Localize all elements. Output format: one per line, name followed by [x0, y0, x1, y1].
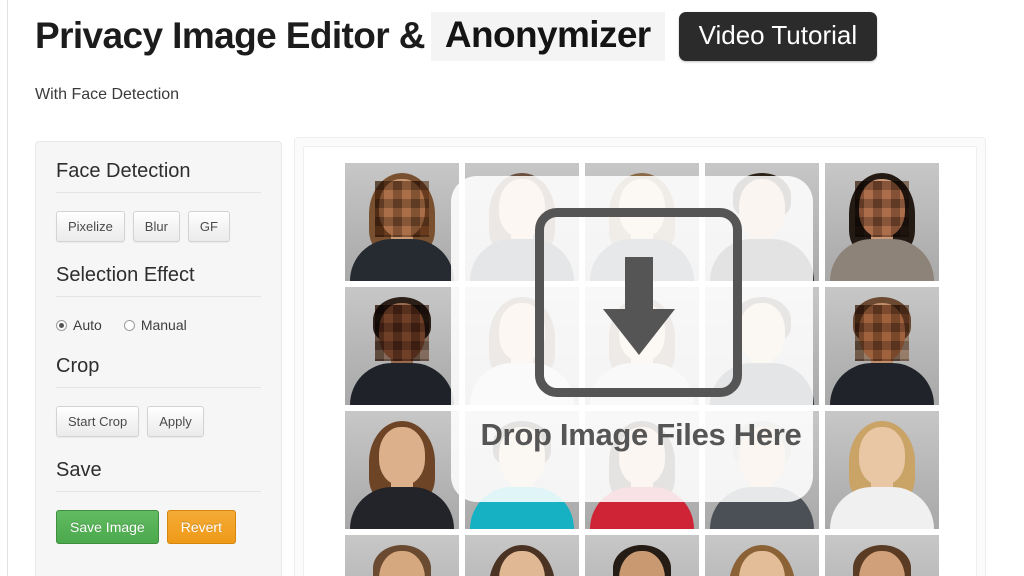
pixelated-face-overlay — [855, 305, 909, 361]
gf-button[interactable]: GF — [187, 211, 230, 242]
photo-head — [619, 427, 665, 485]
photo-cell — [345, 535, 459, 576]
photo-cell — [585, 287, 699, 405]
crop-buttons: Start Crop Apply — [56, 406, 261, 437]
pixelated-face-overlay — [375, 181, 429, 237]
pixelize-button[interactable]: Pixelize — [56, 211, 125, 242]
photo-head — [379, 427, 425, 485]
page-subtitle: With Face Detection — [35, 86, 180, 103]
tools-sidebar: Face Detection Pixelize Blur GF Selectio… — [35, 141, 282, 576]
photo-head — [739, 179, 785, 237]
photo-cell — [465, 535, 579, 576]
photo-head — [619, 303, 665, 361]
pixelated-face-overlay — [375, 305, 429, 361]
save-buttons: Save Image Revert — [56, 510, 261, 544]
photo-head — [739, 427, 785, 485]
photo-head — [619, 179, 665, 237]
photo-cell — [825, 287, 939, 405]
title-row: Privacy Image Editor & Anonymizer Video … — [35, 12, 878, 61]
section-title-crop: Crop — [56, 355, 261, 388]
page-title-highlight: Anonymizer — [430, 12, 665, 61]
section-title-selection-effect: Selection Effect — [56, 264, 261, 297]
photo-cell — [465, 411, 579, 529]
page-title: Privacy Image Editor & — [35, 15, 425, 56]
sample-photo-grid — [345, 163, 939, 576]
blur-button[interactable]: Blur — [132, 211, 180, 242]
photo-cell — [705, 411, 819, 529]
radio-auto-icon[interactable] — [56, 319, 67, 331]
photo-cell — [705, 535, 819, 576]
photo-cell — [705, 163, 819, 281]
photo-cell — [825, 535, 939, 576]
save-image-button[interactable]: Save Image — [56, 510, 159, 544]
face-detection-buttons: Pixelize Blur GF — [56, 211, 261, 242]
photo-cell — [825, 163, 939, 281]
radio-manual-icon[interactable] — [123, 319, 135, 331]
radio-option-auto[interactable]: Auto — [56, 317, 102, 333]
photo-cell — [585, 535, 699, 576]
photo-cell — [585, 411, 699, 529]
photo-cell — [825, 411, 939, 529]
start-crop-button[interactable]: Start Crop — [56, 406, 140, 437]
photo-cell — [345, 411, 459, 529]
photo-cell — [465, 287, 579, 405]
page-header: Privacy Image Editor & Anonymizer Video … — [0, 0, 1024, 124]
photo-head — [739, 303, 785, 361]
photo-head — [859, 427, 905, 485]
revert-button[interactable]: Revert — [166, 510, 236, 544]
radio-option-manual[interactable]: Manual — [123, 317, 187, 333]
video-tutorial-button[interactable]: Video Tutorial — [678, 12, 878, 61]
image-canvas[interactable]: Drop Image Files Here — [303, 146, 977, 576]
photo-cell — [705, 287, 819, 405]
photo-cell — [465, 163, 579, 281]
section-title-face-detection: Face Detection — [56, 160, 261, 193]
photo-cell — [345, 163, 459, 281]
selection-effect-radios: Auto Manual — [56, 317, 261, 333]
photo-cell — [585, 163, 699, 281]
radio-auto-label: Auto — [73, 317, 102, 333]
photo-head — [499, 303, 545, 361]
pixelated-face-overlay — [855, 181, 909, 237]
apply-crop-button[interactable]: Apply — [147, 406, 204, 437]
radio-manual-label: Manual — [140, 317, 187, 333]
photo-head — [499, 179, 545, 237]
photo-head — [499, 427, 545, 485]
section-title-save: Save — [56, 459, 261, 492]
photo-cell — [345, 287, 459, 405]
